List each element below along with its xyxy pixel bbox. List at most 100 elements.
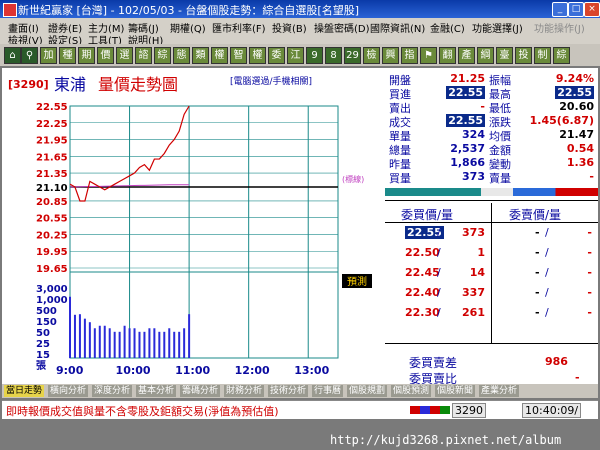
tab-7[interactable]: 行事曆 [312,385,344,397]
chart-subtitle: [電腦選過/手機相關] [230,75,312,87]
toolbar-button-26[interactable]: 制 [534,47,551,64]
menu-options[interactable]: 期權(Q) [170,20,206,35]
toolbar-button-23[interactable]: 綱 [477,47,494,64]
bid-ask-ratio-bar [385,188,598,196]
toolbar-button-2[interactable]: 期 [78,47,95,64]
maximize-button[interactable]: □ [568,2,584,17]
quote-label-7b: 賣量 [489,172,511,185]
tab-10[interactable]: 個股新聞 [435,385,476,397]
predict-label[interactable]: 預測 [347,275,367,288]
tab-2[interactable]: 深度分析 [92,385,133,397]
volume-bar [69,296,71,358]
tab-4[interactable]: 籌碼分析 [180,385,221,397]
toolbar-button-4[interactable]: 選 [116,47,133,64]
volume-bar [108,328,111,358]
volume-bar [153,328,156,358]
toolbar-button-6[interactable]: 綜 [154,47,171,64]
toolbar-button-17[interactable]: 檢 [363,47,380,64]
chart-title: 量價走勢圖 [98,75,178,94]
x-tick-label-0: 9:00 [56,364,84,377]
toolbar-button-10[interactable]: 智 [230,47,247,64]
tab-0[interactable]: 當日走勢 [4,385,45,397]
stock-name: 東浦 [54,75,86,94]
toolbar-button-18[interactable]: 興 [382,47,399,64]
menu-forex[interactable]: 匯市利率(F) [212,20,266,35]
volume-bar [188,314,191,358]
bid-qty-1: 1 [477,246,485,259]
tab-8[interactable]: 個股規劃 [347,385,388,397]
menu-intl-info[interactable]: 國際資訊(N) [370,20,425,35]
toolbar-button-12[interactable]: 委 [268,47,285,64]
bid-ask-diff-value: 986 [545,355,568,368]
tab-6[interactable]: 技術分析 [268,385,309,397]
ask-qty-2: - [587,266,592,279]
y-tick-label-1: 22.25 [36,119,68,130]
volume-bar [168,328,171,358]
toolbar-button-7[interactable]: 態 [173,47,190,64]
toolbar-button-3[interactable]: 價 [97,47,114,64]
tab-3[interactable]: 基本分析 [136,385,177,397]
volume-tick-label-7: 張 [36,360,47,372]
toolbar-button-20[interactable]: ⚑ [420,47,437,64]
volume-bar [98,325,101,358]
toolbar: ⌂ ⚲ 加種期價選諮綜態類權智權委江 9 8 29 檢興指 ⚑ 翻產綱臺投制綜 [0,44,600,66]
ask-header: 委賣價/量 [509,208,562,222]
y-tick-label-0: 22.55 [36,102,68,113]
menu-function-operate[interactable]: 功能操作(J) [534,20,585,35]
search-icon[interactable]: ⚲ [21,47,38,64]
volume-tick-label-4: 50 [36,328,50,339]
toolbar-button-1[interactable]: 種 [59,47,76,64]
menu-finance[interactable]: 金融(C) [430,20,465,35]
minimize-button[interactable]: _ [552,2,568,17]
volume-bar [133,328,136,358]
quote-value-3a: 22.55 [446,114,485,127]
toolbar-button-27[interactable]: 綜 [553,47,570,64]
toolbar-button-8[interactable]: 類 [192,47,209,64]
toolbar-button-5[interactable]: 諮 [135,47,152,64]
ask-separator: / [545,226,549,239]
toolbar-button-0[interactable]: 加 [40,47,57,64]
toolbar-button-16[interactable]: 29 [344,47,361,64]
tab-9[interactable]: 個股預測 [391,385,432,397]
y-tick-label-6: 20.85 [36,197,68,208]
tab-5[interactable]: 財務分析 [224,385,265,397]
menu-function-select[interactable]: 功能選擇(J) [472,20,523,35]
toolbar-button-24[interactable]: 臺 [496,47,513,64]
toolbar-button-22[interactable]: 產 [458,47,475,64]
tab-1[interactable]: 橫向分析 [48,385,89,397]
close-button[interactable]: × [584,2,600,17]
volume-bar [73,314,76,358]
ask-qty-4: - [587,306,592,319]
menu-invest[interactable]: 投資(B) [272,20,307,35]
status-code: 3290 [452,403,486,418]
chart-frame [69,105,339,359]
x-tick-label-4: 13:00 [294,364,329,377]
price-volume-chart: [3290] 東浦 量價走勢圖 [電腦選過/手機相關] (標線) 22.55 22… [8,75,372,377]
bid-price-1: 22.50 [405,246,440,259]
app-icon [3,3,17,17]
bid-qty-4: 261 [462,306,485,319]
toolbar-button-25[interactable]: 投 [515,47,532,64]
tab-11[interactable]: 產業分析 [479,385,520,397]
toolbar-button-21[interactable]: 翻 [439,47,456,64]
home-icon[interactable]: ⌂ [4,47,21,64]
ask-qty-1: - [587,246,592,259]
toolbar-button-15[interactable]: 8 [325,47,342,64]
toolbar-button-13[interactable]: 江 [287,47,304,64]
ask-separator: / [545,246,549,259]
reference-note: (標線) [342,174,364,184]
y-tick-label-3: 21.65 [36,152,68,163]
volume-bar [113,331,116,358]
volume-bar [138,331,141,358]
quote-label-7a: 買量 [389,172,411,185]
y-tick-label-8: 20.25 [36,230,68,241]
menu-trading-code[interactable]: 操盤密碼(D) [314,20,370,35]
volume-bar [178,331,181,358]
toolbar-button-19[interactable]: 指 [401,47,418,64]
toolbar-button-14[interactable]: 9 [306,47,323,64]
quote-value-0a: 21.25 [450,72,485,85]
quote-value-3b: 1.45(6.87) [529,114,594,127]
toolbar-button-11[interactable]: 權 [249,47,266,64]
toolbar-button-9[interactable]: 權 [211,47,228,64]
volume-bar [183,328,186,358]
